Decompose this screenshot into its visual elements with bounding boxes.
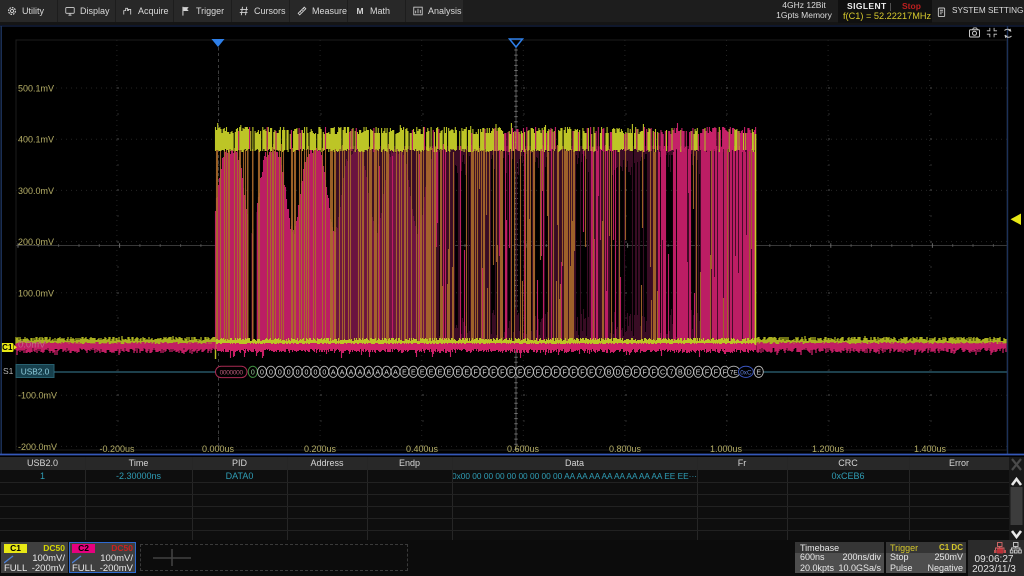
svg-text:F: F xyxy=(643,370,647,377)
svg-text:F: F xyxy=(714,370,718,377)
svg-text:7E: 7E xyxy=(730,370,738,377)
svg-text:A: A xyxy=(340,370,345,377)
svg-text:E: E xyxy=(625,370,630,377)
svg-text:100.0mV: 100.0mV xyxy=(18,288,54,298)
svg-text:F: F xyxy=(634,370,638,377)
svg-text:E: E xyxy=(455,370,460,377)
svg-text:0: 0 xyxy=(322,370,326,377)
svg-text:F: F xyxy=(723,370,727,377)
svg-text:D: D xyxy=(687,370,692,377)
svg-text:1.400us: 1.400us xyxy=(914,444,947,454)
svg-text:E: E xyxy=(756,370,761,377)
svg-text:B: B xyxy=(678,370,683,377)
svg-text:0.400us: 0.400us xyxy=(406,444,439,454)
svg-text:0.200us: 0.200us xyxy=(304,444,337,454)
svg-text:E: E xyxy=(402,370,407,377)
svg-text:A: A xyxy=(349,370,354,377)
svg-text:400.1mV: 400.1mV xyxy=(18,135,54,145)
svg-text:E: E xyxy=(447,370,452,377)
svg-text:S1: S1 xyxy=(3,366,14,376)
svg-text:E: E xyxy=(429,370,434,377)
svg-text:B: B xyxy=(607,370,612,377)
svg-text:7: 7 xyxy=(598,370,602,377)
svg-text:0: 0 xyxy=(269,370,273,377)
svg-text:USB2.0: USB2.0 xyxy=(21,366,50,376)
svg-text:500.1mV: 500.1mV xyxy=(18,84,54,94)
svg-text:F: F xyxy=(482,370,486,377)
svg-text:0: 0 xyxy=(260,370,264,377)
svg-text:200.0mV: 200.0mV xyxy=(18,237,54,247)
svg-text:D: D xyxy=(615,370,620,377)
svg-text:A: A xyxy=(331,370,336,377)
svg-text:0: 0 xyxy=(278,370,282,377)
svg-text:E: E xyxy=(464,370,469,377)
svg-text:F: F xyxy=(536,370,540,377)
svg-text:-100.0mV: -100.0mV xyxy=(18,391,57,401)
svg-text:F: F xyxy=(705,370,709,377)
svg-text:0: 0 xyxy=(287,370,291,377)
svg-text:F: F xyxy=(500,370,504,377)
svg-text:F: F xyxy=(545,370,549,377)
svg-text:A: A xyxy=(375,370,380,377)
svg-text:F: F xyxy=(651,370,655,377)
svg-text:F: F xyxy=(527,370,531,377)
svg-text:F: F xyxy=(491,370,495,377)
svg-text:F: F xyxy=(562,370,566,377)
svg-text:E: E xyxy=(411,370,416,377)
svg-text:7: 7 xyxy=(669,370,673,377)
svg-text:A: A xyxy=(384,370,389,377)
svg-text:300.0mV: 300.0mV xyxy=(18,186,54,196)
svg-text:A: A xyxy=(393,370,398,377)
svg-text:A: A xyxy=(366,370,371,377)
svg-text:A: A xyxy=(358,370,363,377)
svg-text:-200.0mV: -200.0mV xyxy=(18,442,57,452)
svg-text:0000000: 0000000 xyxy=(220,369,244,376)
svg-text:F: F xyxy=(571,370,575,377)
svg-text:0.0mV: 0.0mV xyxy=(18,340,46,351)
svg-text:F: F xyxy=(589,370,593,377)
svg-text:F: F xyxy=(554,370,558,377)
svg-text:0.800us: 0.800us xyxy=(609,444,642,454)
svg-text:0xC: 0xC xyxy=(740,370,752,377)
svg-text:F: F xyxy=(509,370,513,377)
svg-text:1.000us: 1.000us xyxy=(710,444,743,454)
svg-text:F: F xyxy=(518,370,522,377)
svg-text:0: 0 xyxy=(313,370,317,377)
svg-text:C1: C1 xyxy=(2,343,13,352)
svg-text:0: 0 xyxy=(251,370,255,377)
svg-text:C: C xyxy=(660,370,665,377)
svg-text:-0.200us: -0.200us xyxy=(99,444,135,454)
svg-text:0.000us: 0.000us xyxy=(202,444,235,454)
svg-text:0.600us: 0.600us xyxy=(507,444,540,454)
svg-text:0: 0 xyxy=(296,370,300,377)
svg-text:0: 0 xyxy=(305,370,309,377)
svg-text:F: F xyxy=(580,370,584,377)
svg-text:E: E xyxy=(696,370,701,377)
svg-text:E: E xyxy=(438,370,443,377)
svg-text:E: E xyxy=(420,370,425,377)
svg-text:1.200us: 1.200us xyxy=(812,444,845,454)
svg-text:F: F xyxy=(473,370,477,377)
